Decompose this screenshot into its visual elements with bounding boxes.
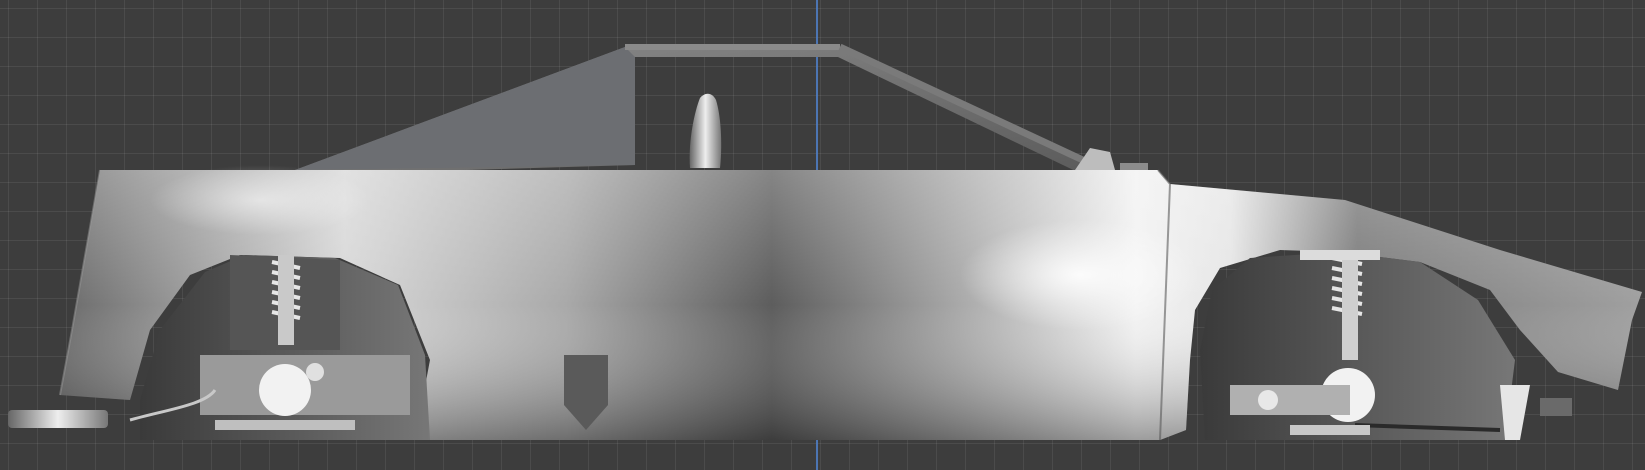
seat: [689, 93, 722, 168]
car-model[interactable]: [0, 0, 1645, 470]
exhaust-pipe: [8, 410, 108, 428]
3d-viewport[interactable]: [0, 0, 1645, 470]
